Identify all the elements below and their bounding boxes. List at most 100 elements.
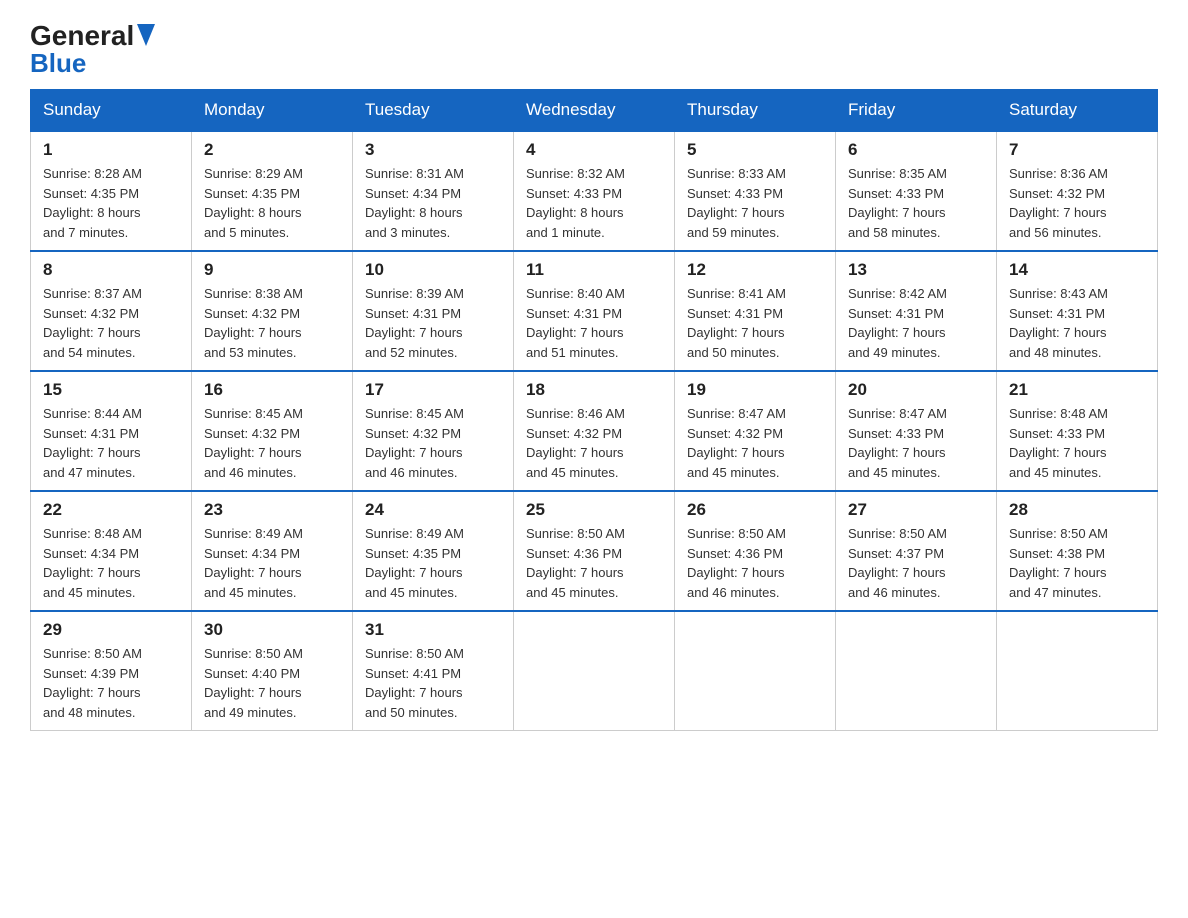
calendar-cell: 13 Sunrise: 8:42 AMSunset: 4:31 PMDayligh… — [836, 251, 997, 371]
day-number: 27 — [848, 500, 984, 520]
calendar-cell: 25 Sunrise: 8:50 AMSunset: 4:36 PMDayligh… — [514, 491, 675, 611]
calendar-cell: 15Sunrise: 8:44 AMSunset: 4:31 PMDayligh… — [31, 371, 192, 491]
week-row-5: 29 Sunrise: 8:50 AMSunset: 4:39 PMDayligh… — [31, 611, 1158, 731]
day-number: 28 — [1009, 500, 1145, 520]
day-info: Sunrise: 8:50 AMSunset: 4:41 PMDaylight:… — [365, 644, 501, 722]
calendar-cell — [675, 611, 836, 731]
day-info: Sunrise: 8:50 AMSunset: 4:36 PMDaylight:… — [687, 524, 823, 602]
day-info: Sunrise: 8:29 AMSunset: 4:35 PMDaylight:… — [204, 164, 340, 242]
week-row-1: 1 Sunrise: 8:28 AMSunset: 4:35 PMDaylight… — [31, 131, 1158, 251]
calendar-cell: 23 Sunrise: 8:49 AMSunset: 4:34 PMDayligh… — [192, 491, 353, 611]
calendar-cell — [514, 611, 675, 731]
weekday-header-monday: Monday — [192, 90, 353, 132]
day-number: 26 — [687, 500, 823, 520]
calendar-cell: 28 Sunrise: 8:50 AMSunset: 4:38 PMDayligh… — [997, 491, 1158, 611]
day-number: 12 — [687, 260, 823, 280]
week-row-2: 8 Sunrise: 8:37 AMSunset: 4:32 PMDaylight… — [31, 251, 1158, 371]
day-info: Sunrise: 8:48 AMSunset: 4:34 PMDaylight:… — [43, 524, 179, 602]
day-number: 4 — [526, 140, 662, 160]
day-info: Sunrise: 8:49 AMSunset: 4:35 PMDaylight:… — [365, 524, 501, 602]
day-number: 2 — [204, 140, 340, 160]
calendar-cell — [836, 611, 997, 731]
day-number: 31 — [365, 620, 501, 640]
day-info: Sunrise: 8:50 AMSunset: 4:37 PMDaylight:… — [848, 524, 984, 602]
day-info: Sunrise: 8:28 AMSunset: 4:35 PMDaylight:… — [43, 164, 179, 242]
day-number: 23 — [204, 500, 340, 520]
day-info: Sunrise: 8:50 AMSunset: 4:36 PMDaylight:… — [526, 524, 662, 602]
day-info: Sunrise: 8:35 AMSunset: 4:33 PMDaylight:… — [848, 164, 984, 242]
day-info: Sunrise: 8:39 AMSunset: 4:31 PMDaylight:… — [365, 284, 501, 362]
calendar-cell: 16Sunrise: 8:45 AMSunset: 4:32 PMDayligh… — [192, 371, 353, 491]
day-number: 7 — [1009, 140, 1145, 160]
weekday-header-saturday: Saturday — [997, 90, 1158, 132]
logo-blue-text: Blue — [30, 48, 86, 79]
calendar-cell: 5Sunrise: 8:33 AMSunset: 4:33 PMDaylight… — [675, 131, 836, 251]
day-number: 18 — [526, 380, 662, 400]
calendar-cell: 12 Sunrise: 8:41 AMSunset: 4:31 PMDayligh… — [675, 251, 836, 371]
calendar-cell: 3 Sunrise: 8:31 AMSunset: 4:34 PMDaylight… — [353, 131, 514, 251]
calendar-cell: 17 Sunrise: 8:45 AMSunset: 4:32 PMDayligh… — [353, 371, 514, 491]
calendar-cell: 24 Sunrise: 8:49 AMSunset: 4:35 PMDayligh… — [353, 491, 514, 611]
day-number: 10 — [365, 260, 501, 280]
day-number: 22 — [43, 500, 179, 520]
day-number: 21 — [1009, 380, 1145, 400]
day-number: 17 — [365, 380, 501, 400]
weekday-header-wednesday: Wednesday — [514, 90, 675, 132]
day-number: 8 — [43, 260, 179, 280]
calendar-cell: 19 Sunrise: 8:47 AMSunset: 4:32 PMDayligh… — [675, 371, 836, 491]
day-info: Sunrise: 8:36 AMSunset: 4:32 PMDaylight:… — [1009, 164, 1145, 242]
day-info: Sunrise: 8:33 AMSunset: 4:33 PMDaylight:… — [687, 164, 823, 242]
day-number: 19 — [687, 380, 823, 400]
day-info: Sunrise: 8:41 AMSunset: 4:31 PMDaylight:… — [687, 284, 823, 362]
day-info: Sunrise: 8:40 AMSunset: 4:31 PMDaylight:… — [526, 284, 662, 362]
day-info: Sunrise: 8:47 AMSunset: 4:32 PMDaylight:… — [687, 404, 823, 482]
day-info: Sunrise: 8:43 AMSunset: 4:31 PMDaylight:… — [1009, 284, 1145, 362]
logo: General Blue — [30, 20, 155, 79]
day-number: 25 — [526, 500, 662, 520]
calendar-cell: 26 Sunrise: 8:50 AMSunset: 4:36 PMDayligh… — [675, 491, 836, 611]
calendar-table: SundayMondayTuesdayWednesdayThursdayFrid… — [30, 89, 1158, 731]
weekday-header-tuesday: Tuesday — [353, 90, 514, 132]
weekday-header-friday: Friday — [836, 90, 997, 132]
day-info: Sunrise: 8:31 AMSunset: 4:34 PMDaylight:… — [365, 164, 501, 242]
calendar-cell: 30 Sunrise: 8:50 AMSunset: 4:40 PMDayligh… — [192, 611, 353, 731]
calendar-cell: 21 Sunrise: 8:48 AMSunset: 4:33 PMDayligh… — [997, 371, 1158, 491]
day-info: Sunrise: 8:50 AMSunset: 4:38 PMDaylight:… — [1009, 524, 1145, 602]
day-number: 14 — [1009, 260, 1145, 280]
day-info: Sunrise: 8:44 AMSunset: 4:31 PMDaylight:… — [43, 404, 179, 482]
weekday-header-row: SundayMondayTuesdayWednesdayThursdayFrid… — [31, 90, 1158, 132]
calendar-cell: 20Sunrise: 8:47 AMSunset: 4:33 PMDayligh… — [836, 371, 997, 491]
calendar-cell: 29 Sunrise: 8:50 AMSunset: 4:39 PMDayligh… — [31, 611, 192, 731]
day-number: 3 — [365, 140, 501, 160]
day-number: 1 — [43, 140, 179, 160]
day-number: 9 — [204, 260, 340, 280]
calendar-cell: 4 Sunrise: 8:32 AMSunset: 4:33 PMDaylight… — [514, 131, 675, 251]
day-info: Sunrise: 8:45 AMSunset: 4:32 PMDaylight:… — [204, 404, 340, 482]
calendar-cell: 18Sunrise: 8:46 AMSunset: 4:32 PMDayligh… — [514, 371, 675, 491]
week-row-3: 15Sunrise: 8:44 AMSunset: 4:31 PMDayligh… — [31, 371, 1158, 491]
day-info: Sunrise: 8:42 AMSunset: 4:31 PMDaylight:… — [848, 284, 984, 362]
calendar-cell: 14 Sunrise: 8:43 AMSunset: 4:31 PMDayligh… — [997, 251, 1158, 371]
day-info: Sunrise: 8:32 AMSunset: 4:33 PMDaylight:… — [526, 164, 662, 242]
page-header: General Blue — [30, 20, 1158, 79]
day-number: 30 — [204, 620, 340, 640]
day-info: Sunrise: 8:50 AMSunset: 4:39 PMDaylight:… — [43, 644, 179, 722]
week-row-4: 22 Sunrise: 8:48 AMSunset: 4:34 PMDayligh… — [31, 491, 1158, 611]
day-info: Sunrise: 8:37 AMSunset: 4:32 PMDaylight:… — [43, 284, 179, 362]
calendar-cell — [997, 611, 1158, 731]
day-info: Sunrise: 8:50 AMSunset: 4:40 PMDaylight:… — [204, 644, 340, 722]
day-number: 13 — [848, 260, 984, 280]
calendar-cell: 10 Sunrise: 8:39 AMSunset: 4:31 PMDayligh… — [353, 251, 514, 371]
day-number: 6 — [848, 140, 984, 160]
calendar-cell: 9 Sunrise: 8:38 AMSunset: 4:32 PMDaylight… — [192, 251, 353, 371]
weekday-header-thursday: Thursday — [675, 90, 836, 132]
calendar-cell: 6 Sunrise: 8:35 AMSunset: 4:33 PMDaylight… — [836, 131, 997, 251]
weekday-header-sunday: Sunday — [31, 90, 192, 132]
day-number: 29 — [43, 620, 179, 640]
calendar-cell: 27 Sunrise: 8:50 AMSunset: 4:37 PMDayligh… — [836, 491, 997, 611]
day-info: Sunrise: 8:48 AMSunset: 4:33 PMDaylight:… — [1009, 404, 1145, 482]
day-info: Sunrise: 8:49 AMSunset: 4:34 PMDaylight:… — [204, 524, 340, 602]
day-number: 24 — [365, 500, 501, 520]
day-info: Sunrise: 8:45 AMSunset: 4:32 PMDaylight:… — [365, 404, 501, 482]
day-info: Sunrise: 8:38 AMSunset: 4:32 PMDaylight:… — [204, 284, 340, 362]
